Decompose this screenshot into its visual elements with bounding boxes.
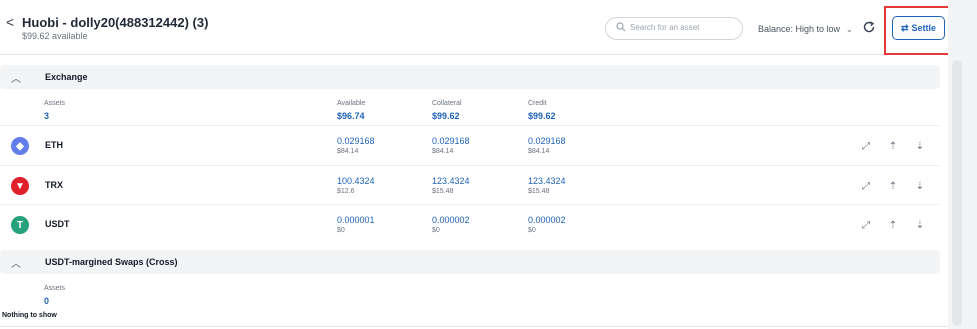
credit-label: Credit (528, 100, 547, 107)
empty-state-text: Nothing to show (2, 312, 57, 319)
deposit-icon[interactable]: ⇣ (914, 180, 926, 192)
collateral-usd: $0 (432, 227, 440, 234)
withdraw-icon[interactable]: ⇡ (887, 140, 899, 152)
available-amount: 100.4324 (337, 176, 375, 186)
collateral-amount: 0.029168 (432, 136, 470, 146)
usdt-icon: T (11, 216, 29, 234)
available-total: $96.74 (337, 111, 365, 121)
assets-label: Assets (44, 100, 66, 107)
available-label: Available (337, 100, 366, 107)
withdraw-icon[interactable]: ⇡ (887, 219, 899, 231)
available-usd: $0 (337, 227, 345, 234)
trx-icon: ▼ (11, 177, 29, 195)
balance-sort-label: Balance: High to low (758, 24, 841, 34)
account-panel: < Huobi - dolly20(488312442) (3) $99.62 … (0, 0, 948, 329)
available-usd: $84.14 (337, 148, 359, 155)
chevron-up-icon[interactable]: ︿ (11, 255, 21, 270)
collateral-total: $99.62 (432, 111, 460, 121)
coin-symbol: TRX (45, 180, 63, 190)
coin-symbol: USDT (45, 219, 70, 229)
credit-amount: 123.4324 (528, 176, 566, 186)
deposit-icon[interactable]: ⇣ (914, 140, 926, 152)
footer-divider (0, 326, 948, 327)
collateral-amount: 123.4324 (432, 176, 470, 186)
credit-total: $99.62 (528, 111, 556, 121)
eth-icon: ◆ (11, 137, 29, 155)
collateral-amount: 0.000002 (432, 215, 470, 225)
credit-usd: $84.14 (528, 148, 550, 155)
credit-amount: 0.000002 (528, 215, 566, 225)
available-balance: $99.62 available (22, 31, 88, 41)
search-icon (616, 22, 626, 32)
account-title: Huobi - dolly20(488312442) (3) (22, 15, 209, 30)
table-row[interactable] (0, 165, 940, 203)
balance-sort-dropdown[interactable]: Balance: High to low ⌄ (758, 24, 853, 35)
table-row[interactable] (0, 125, 940, 163)
assets-count: 3 (44, 111, 50, 121)
credit-usd: $15.48 (528, 188, 550, 195)
withdraw-icon[interactable]: ⇡ (887, 180, 899, 192)
scrollbar-thumb[interactable] (952, 60, 962, 326)
available-amount: 0.029168 (337, 136, 375, 146)
collateral-usd: $84.14 (432, 148, 454, 155)
deposit-icon[interactable]: ⇣ (914, 219, 926, 231)
swaps-assets-count: 0 (44, 296, 50, 306)
credit-usd: $0 (528, 227, 536, 234)
header-divider (0, 54, 948, 55)
swaps-assets-label: Assets (44, 285, 66, 292)
refresh-icon[interactable] (862, 20, 876, 34)
exchange-section-title: Exchange (45, 72, 88, 82)
available-usd: $12.6 (337, 188, 355, 195)
credit-amount: 0.029168 (528, 136, 566, 146)
collateral-label: Collateral (432, 100, 462, 107)
back-icon[interactable]: < (6, 14, 14, 30)
transfer-icon[interactable]: ⤢ (860, 180, 872, 192)
transfer-icon[interactable]: ⤢ (860, 140, 872, 152)
collateral-usd: $15.48 (432, 188, 454, 195)
exchange-section-header[interactable] (0, 65, 940, 89)
table-row[interactable] (0, 204, 940, 242)
swaps-section-title: USDT-margined Swaps (Cross) (45, 257, 178, 267)
available-amount: 0.000001 (337, 215, 375, 225)
chevron-up-icon[interactable]: ︿ (11, 70, 21, 85)
transfer-icon[interactable]: ⤢ (860, 219, 872, 231)
search-placeholder: Search for an asset (630, 23, 700, 32)
chevron-down-icon: ⌄ (845, 24, 854, 34)
coin-symbol: ETH (45, 140, 63, 150)
